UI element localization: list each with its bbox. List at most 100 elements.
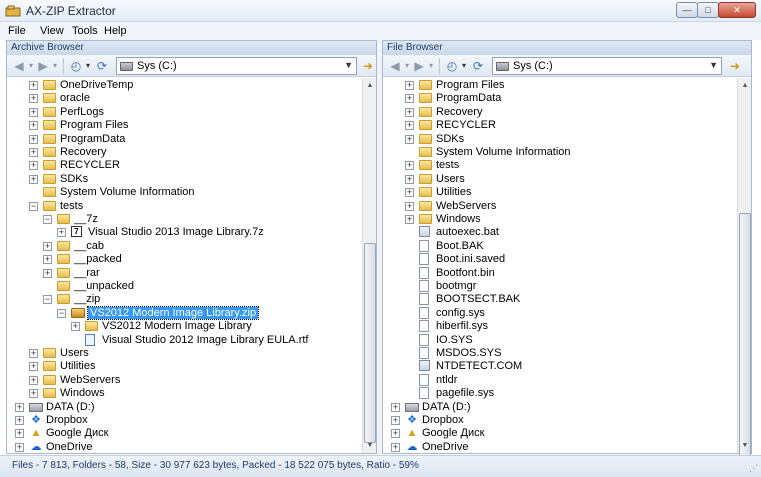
expand-icon[interactable]: + bbox=[405, 134, 414, 144]
tree-row[interactable]: ntldr bbox=[383, 373, 737, 387]
expand-icon[interactable]: + bbox=[29, 148, 38, 157]
history-icon[interactable]: ◴ bbox=[445, 59, 459, 73]
tree-row[interactable]: + ☁ OneDrive bbox=[7, 441, 362, 453]
tree-item-label[interactable]: PerfLogs bbox=[60, 106, 104, 118]
tree-item-label[interactable]: Program Files bbox=[436, 79, 504, 91]
tree-item-label[interactable]: OneDrive bbox=[422, 441, 468, 453]
scroll-thumb[interactable] bbox=[739, 213, 751, 463]
collapse-icon[interactable]: − bbox=[43, 295, 52, 305]
tree-row[interactable]: bootmgr bbox=[383, 280, 737, 293]
expand-icon[interactable]: + bbox=[15, 416, 24, 425]
go-folder-icon[interactable]: ➜ bbox=[727, 58, 743, 74]
tree-item-label[interactable]: System Volume Information bbox=[60, 186, 195, 198]
tree-row[interactable]: + tests bbox=[383, 159, 737, 172]
expand-icon[interactable]: + bbox=[43, 268, 52, 278]
tree-item-label[interactable]: DATA (D:) bbox=[46, 401, 94, 413]
expand-icon[interactable]: + bbox=[43, 255, 52, 265]
refresh-icon[interactable]: ⟳ bbox=[95, 59, 109, 73]
forward-dropdown-icon[interactable]: ▾ bbox=[427, 59, 435, 73]
expand-icon[interactable]: + bbox=[29, 174, 38, 184]
tree-row[interactable]: + Windows bbox=[383, 213, 737, 226]
collapse-icon[interactable]: − bbox=[57, 308, 66, 318]
tree-row[interactable]: + __cab bbox=[7, 240, 362, 253]
tree-row[interactable]: + ▲ Google Диск bbox=[383, 427, 737, 440]
tree-item-label[interactable]: Boot.ini.saved bbox=[436, 253, 505, 265]
tree-row[interactable]: + ☁ OneDrive bbox=[383, 441, 737, 453]
expand-icon[interactable]: + bbox=[29, 121, 38, 131]
tree-item-label[interactable]: Program Files bbox=[60, 119, 128, 131]
tree-row[interactable]: + ▲ Google Диск bbox=[7, 427, 362, 440]
tree-row[interactable]: + Utilities bbox=[7, 360, 362, 373]
drive-select[interactable]: Sys (C:) ▼ bbox=[492, 57, 722, 75]
scroll-down-icon[interactable]: ▼ bbox=[364, 439, 376, 452]
tree-item-label[interactable]: autoexec.bat bbox=[436, 226, 499, 238]
tree-item-label[interactable]: System Volume Information bbox=[436, 146, 571, 158]
archive-scrollbar[interactable]: ▲ ▼ bbox=[362, 78, 376, 453]
history-dropdown-icon[interactable]: ▾ bbox=[84, 59, 92, 73]
tree-row[interactable]: + __packed bbox=[7, 253, 362, 266]
tree-row[interactable]: + SDKs bbox=[383, 133, 737, 146]
expand-icon[interactable]: + bbox=[29, 349, 38, 358]
tree-row[interactable]: + Utilities bbox=[383, 186, 737, 199]
tree-row[interactable]: MSDOS.SYS bbox=[383, 347, 737, 360]
resize-grip-icon[interactable]: ⋰ bbox=[749, 463, 758, 474]
tree-row[interactable]: + Program Files bbox=[7, 119, 362, 132]
refresh-icon[interactable]: ⟳ bbox=[471, 59, 485, 73]
tree-item-label[interactable]: ntldr bbox=[436, 374, 457, 386]
history-dropdown-icon[interactable]: ▾ bbox=[460, 59, 468, 73]
tree-item-label[interactable]: tests bbox=[436, 159, 459, 171]
tree-item-label[interactable]: Utilities bbox=[436, 186, 471, 198]
tree-item-label[interactable]: ProgramData bbox=[436, 92, 501, 104]
tree-item-label[interactable]: Users bbox=[60, 347, 89, 359]
tree-row[interactable]: IO.SYS bbox=[383, 333, 737, 347]
tree-item-label[interactable]: __rar bbox=[74, 267, 100, 279]
expand-icon[interactable]: + bbox=[29, 389, 38, 399]
tree-row[interactable]: + VS2012 Modern Image Library bbox=[7, 320, 362, 333]
expand-icon[interactable]: + bbox=[29, 161, 38, 171]
expand-icon[interactable]: + bbox=[405, 107, 414, 117]
tree-item-label[interactable]: OneDrive bbox=[46, 441, 92, 453]
tree-row[interactable]: + RECYCLER bbox=[7, 159, 362, 172]
tree-row[interactable]: − tests bbox=[7, 200, 362, 213]
tree-row[interactable]: + Recovery bbox=[383, 106, 737, 119]
tree-item-label[interactable]: ProgramData bbox=[60, 133, 125, 145]
forward-dropdown-icon[interactable]: ▾ bbox=[51, 59, 59, 73]
collapse-icon[interactable]: − bbox=[29, 201, 38, 211]
tree-row[interactable]: NTDETECT.COM bbox=[383, 360, 737, 373]
tree-row[interactable]: − __7z bbox=[7, 213, 362, 226]
expand-icon[interactable]: + bbox=[57, 228, 66, 238]
scroll-thumb[interactable] bbox=[364, 243, 376, 443]
expand-icon[interactable]: + bbox=[405, 94, 414, 104]
scroll-up-icon[interactable]: ▲ bbox=[364, 79, 376, 92]
tree-item-label[interactable]: Recovery bbox=[436, 106, 482, 118]
tree-row[interactable]: + ProgramData bbox=[383, 92, 737, 105]
tree-item-label[interactable]: __7z bbox=[74, 213, 98, 225]
tree-item-label[interactable]: Dropbox bbox=[422, 414, 464, 426]
menu-file[interactable]: File bbox=[8, 25, 26, 37]
expand-icon[interactable]: + bbox=[43, 241, 52, 251]
expand-icon[interactable]: + bbox=[29, 94, 38, 104]
tree-item-label[interactable]: VS2012 Modern Image Library.zip bbox=[86, 305, 260, 320]
tree-row[interactable]: System Volume Information bbox=[383, 146, 737, 159]
collapse-icon[interactable]: − bbox=[43, 215, 52, 224]
tree-item-label[interactable]: __zip bbox=[74, 293, 100, 305]
expand-icon[interactable]: + bbox=[405, 215, 414, 224]
tree-item-label[interactable]: IO.SYS bbox=[436, 334, 473, 346]
expand-icon[interactable]: + bbox=[29, 375, 38, 385]
tree-row[interactable]: + ❖ Dropbox bbox=[383, 414, 737, 427]
expand-icon[interactable]: + bbox=[405, 201, 414, 211]
tree-item-label[interactable]: Dropbox bbox=[46, 414, 88, 426]
tree-item-label[interactable]: pagefile.sys bbox=[436, 387, 494, 399]
tree-row[interactable]: + oracle bbox=[7, 92, 362, 105]
expand-icon[interactable]: + bbox=[391, 442, 400, 452]
back-icon[interactable]: ◀ bbox=[389, 59, 401, 73]
back-dropdown-icon[interactable]: ▾ bbox=[27, 59, 35, 73]
tree-item-label[interactable]: Bootfont.bin bbox=[436, 267, 495, 279]
tree-item-label[interactable]: OneDriveTemp bbox=[60, 79, 133, 91]
expand-icon[interactable]: + bbox=[15, 402, 24, 412]
tree-item-label[interactable]: __unpacked bbox=[74, 280, 134, 292]
tree-row[interactable]: + SDKs bbox=[7, 173, 362, 186]
close-button[interactable]: ✕ bbox=[718, 2, 756, 18]
expand-icon[interactable]: + bbox=[29, 81, 38, 90]
tree-item-label[interactable]: hiberfil.sys bbox=[436, 320, 488, 332]
